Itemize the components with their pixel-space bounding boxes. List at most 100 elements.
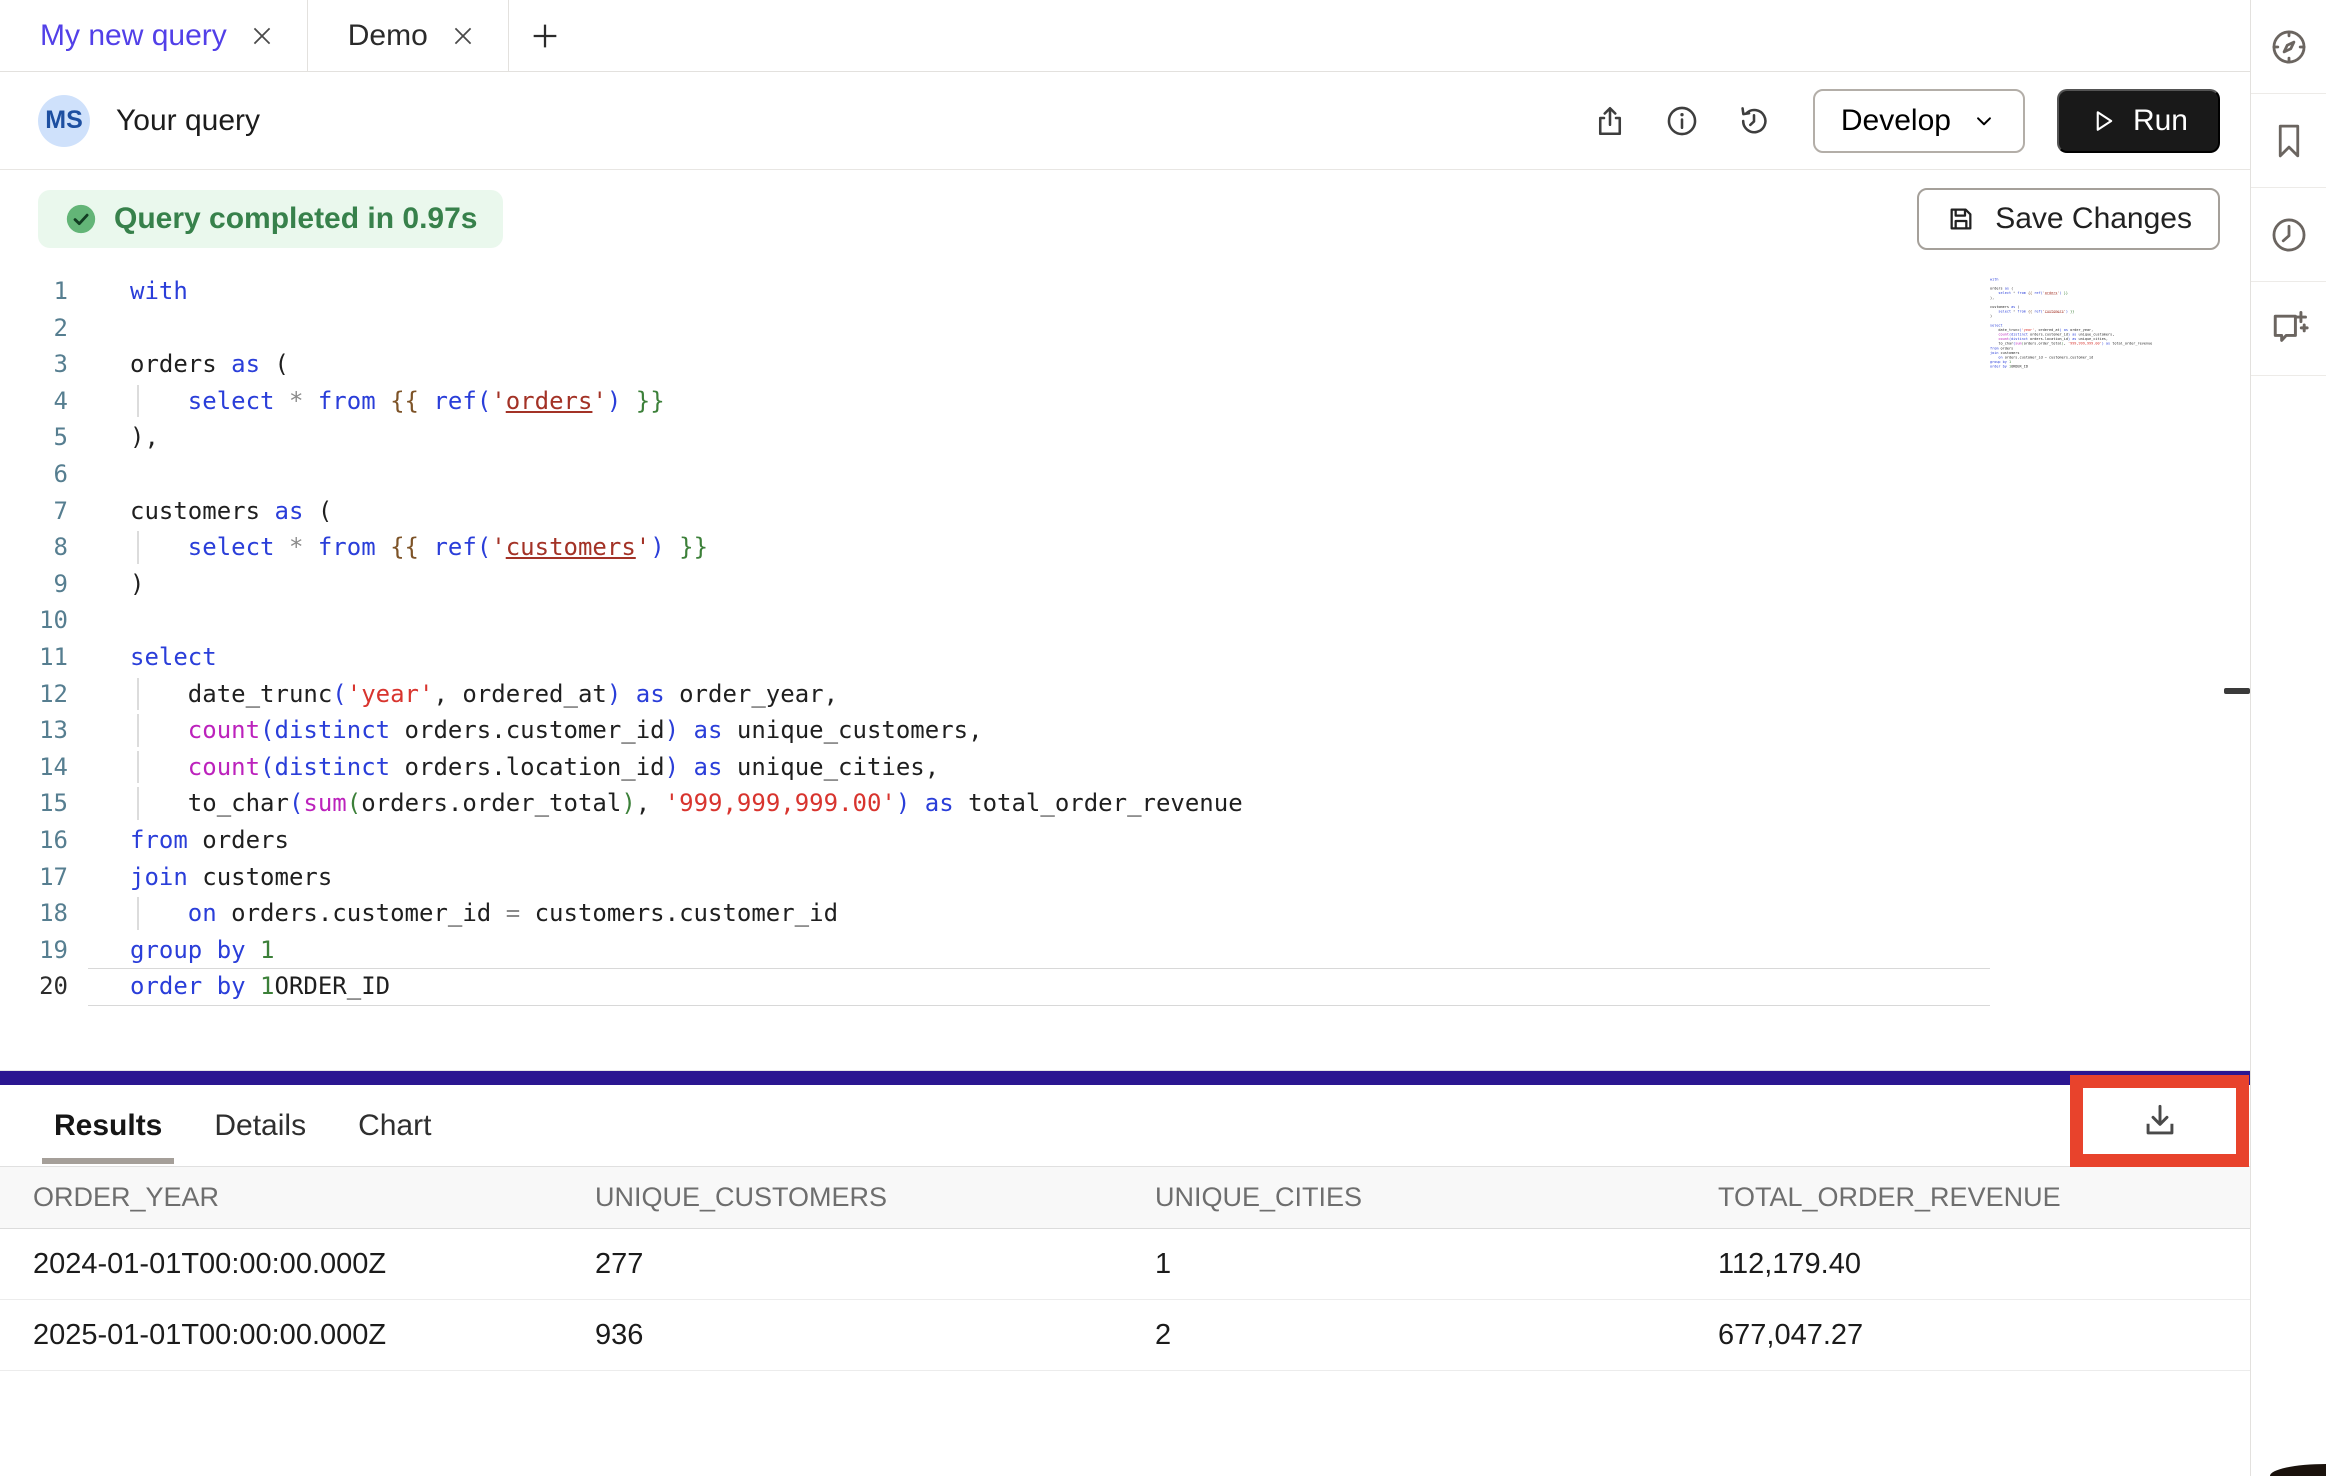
code-line[interactable]: join customers (130, 859, 1243, 896)
table-cell: 2 (1155, 1319, 1718, 1352)
info-button[interactable] (1653, 92, 1711, 150)
code-line[interactable]: to_char(sum(orders.order_total), '999,99… (130, 785, 1243, 822)
run-button[interactable]: Run (2057, 89, 2220, 153)
tab-chart[interactable]: Chart (358, 1109, 431, 1143)
results-tab-bar: Results Details Chart (0, 1085, 2250, 1166)
history-button[interactable] (1725, 92, 1783, 150)
page-title: Your query (116, 104, 260, 138)
line-number: 12 (0, 676, 68, 713)
tab-label: Demo (348, 19, 428, 53)
code-line[interactable] (130, 602, 1243, 639)
code-line[interactable]: order by 1ORDER_ID (130, 968, 1243, 1005)
save-icon (1945, 203, 1977, 235)
save-changes-button[interactable]: Save Changes (1917, 188, 2220, 250)
code-line[interactable]: count(distinct orders.location_id) as un… (130, 749, 1243, 786)
line-number: 7 (0, 493, 68, 530)
line-number: 5 (0, 419, 68, 456)
line-number: 11 (0, 639, 68, 676)
close-icon[interactable] (450, 23, 476, 49)
code-line[interactable]: customers as ( (130, 493, 1243, 530)
code-line[interactable]: select * from {{ ref('customers') }} (130, 529, 1243, 566)
plus-icon (528, 19, 562, 53)
code-line[interactable]: select (130, 639, 1243, 676)
table-row: 2024-01-01T00:00:00.000Z2771112,179.40 (0, 1229, 2250, 1300)
code-line[interactable]: date_trunc('year', ordered_at) as order_… (130, 676, 1243, 713)
tab-details[interactable]: Details (214, 1109, 306, 1143)
code-line[interactable]: count(distinct orders.customer_id) as un… (130, 712, 1243, 749)
table-body: 2024-01-01T00:00:00.000Z2771112,179.4020… (0, 1229, 2250, 1371)
panel-resize-splitter[interactable] (0, 1071, 2250, 1085)
line-number: 20 (0, 968, 68, 1005)
tab-my-new-query[interactable]: My new query (0, 0, 308, 71)
line-number: 2 (0, 310, 68, 347)
history-sidebar-button[interactable] (2251, 188, 2326, 282)
status-row: Query completed in 0.97s Save Changes (0, 170, 2250, 265)
code-line[interactable] (130, 456, 1243, 493)
line-number: 13 (0, 712, 68, 749)
table-cell: 2024-01-01T00:00:00.000Z (33, 1248, 595, 1281)
check-circle-icon (64, 202, 98, 236)
highlight-annotation (2070, 1075, 2249, 1167)
line-number-gutter: 1234567891011121314151617181920 (0, 273, 88, 1070)
line-number: 16 (0, 822, 68, 859)
tab-demo[interactable]: Demo (308, 0, 509, 71)
status-text: Query completed in 0.97s (114, 202, 477, 236)
table-header-row: ORDER_YEARUNIQUE_CUSTOMERSUNIQUE_CITIEST… (0, 1166, 2250, 1229)
bookmark-icon (2268, 120, 2310, 162)
line-number: 15 (0, 785, 68, 822)
tab-results[interactable]: Results (54, 1109, 162, 1143)
history-icon (1736, 103, 1772, 139)
line-number: 1 (0, 273, 68, 310)
main-panel: My new query Demo MS Your query (0, 0, 2250, 1476)
code-line[interactable]: from orders (130, 822, 1243, 859)
scrollbar-marker[interactable] (2224, 688, 2250, 694)
develop-label: Develop (1841, 104, 1951, 138)
code-line[interactable]: on orders.customer_id = customers.custom… (130, 895, 1243, 932)
info-icon (1664, 103, 1700, 139)
line-number: 14 (0, 749, 68, 786)
code-line[interactable]: group by 1 (130, 932, 1243, 969)
code-line[interactable]: with (130, 273, 1243, 310)
line-number: 9 (0, 566, 68, 603)
line-number: 10 (0, 602, 68, 639)
bookmarks-button[interactable] (2251, 94, 2326, 188)
share-button[interactable] (1581, 92, 1639, 150)
close-icon[interactable] (249, 23, 275, 49)
column-header: UNIQUE_CUSTOMERS (595, 1182, 1155, 1213)
run-label: Run (2133, 104, 2188, 138)
table-cell: 112,179.40 (1718, 1248, 2250, 1281)
download-icon (2138, 1099, 2182, 1143)
code-line[interactable]: orders as ( (130, 346, 1243, 383)
new-tab-button[interactable] (509, 0, 581, 71)
save-label: Save Changes (1995, 202, 2192, 236)
avatar: MS (38, 95, 90, 147)
code-line[interactable]: select * from {{ ref('orders') }} (130, 383, 1243, 420)
download-results-button[interactable] (2138, 1099, 2182, 1143)
code-line[interactable]: ) (130, 566, 1243, 603)
column-header: TOTAL_ORDER_REVENUE (1718, 1182, 2250, 1213)
line-number: 18 (0, 895, 68, 932)
table-cell: 677,047.27 (1718, 1319, 2250, 1352)
develop-dropdown[interactable]: Develop (1813, 89, 2025, 153)
tab-bar: My new query Demo (0, 0, 2250, 72)
table-row: 2025-01-01T00:00:00.000Z9362677,047.27 (0, 1300, 2250, 1371)
query-header: MS Your query Develop (0, 72, 2250, 170)
sql-code-editor[interactable]: 1234567891011121314151617181920 withorde… (0, 265, 2250, 1071)
right-sidebar (2250, 0, 2326, 1476)
line-number: 3 (0, 346, 68, 383)
code-line[interactable]: ), (130, 419, 1243, 456)
code-minimap[interactable]: withorders as ( select * from {{ ref('or… (1990, 277, 2162, 397)
code-content[interactable]: with orders as ( select * from {{ ref('or… (88, 273, 1243, 1070)
table-cell: 1 (1155, 1248, 1718, 1281)
table-cell: 936 (595, 1319, 1155, 1352)
tab-label: My new query (40, 19, 227, 53)
column-header: ORDER_YEAR (33, 1182, 595, 1213)
table-cell: 277 (595, 1248, 1155, 1281)
line-number: 17 (0, 859, 68, 896)
explore-button[interactable] (2251, 0, 2326, 94)
query-status-badge: Query completed in 0.97s (38, 190, 503, 248)
code-line[interactable] (130, 310, 1243, 347)
results-panel: Results Details Chart ORDER_YEARUNIQUE_C… (0, 1085, 2250, 1371)
line-number: 6 (0, 456, 68, 493)
ai-assistant-button[interactable] (2251, 282, 2326, 376)
